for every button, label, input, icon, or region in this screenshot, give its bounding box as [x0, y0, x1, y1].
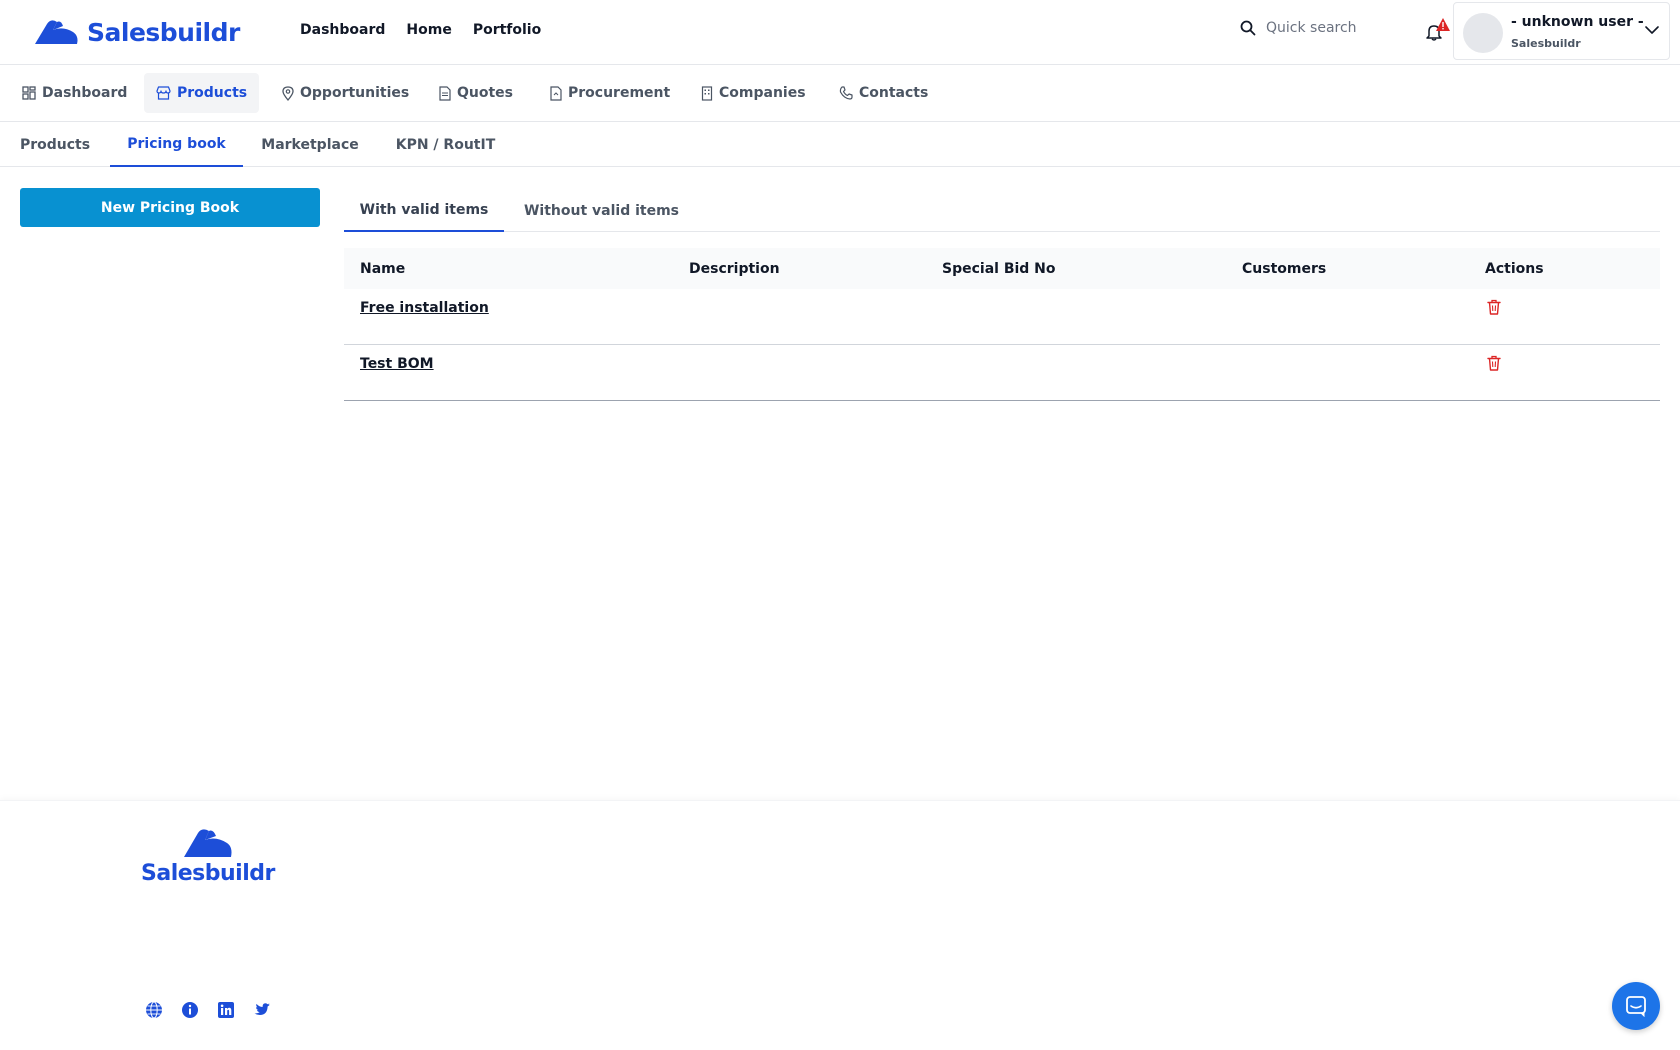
globe-icon[interactable]: [145, 1001, 163, 1019]
store-icon: [156, 86, 171, 100]
notifications-button[interactable]: [1423, 18, 1450, 44]
module-label: Products: [177, 85, 248, 101]
subtab-kpn-routit[interactable]: KPN / RoutIT: [377, 122, 514, 167]
chat-icon: [1626, 996, 1646, 1017]
validity-tabs: With valid items Without valid items: [344, 189, 1660, 232]
module-label: Companies: [719, 85, 806, 101]
trash-icon[interactable]: [1485, 354, 1503, 372]
top-nav-dashboard[interactable]: Dashboard: [300, 22, 385, 38]
map-pin-icon: [282, 85, 294, 101]
top-header: Salesbuildr Dashboard Home Portfolio - u…: [0, 0, 1680, 65]
module-opportunities[interactable]: Opportunities: [270, 73, 421, 113]
twitter-icon[interactable]: [253, 1001, 271, 1019]
top-nav: Dashboard Home Portfolio: [300, 22, 541, 38]
avatar: [1463, 13, 1503, 53]
module-companies[interactable]: Companies: [689, 73, 818, 113]
alert-triangle-icon: [1436, 18, 1450, 31]
product-subtabs: Products Pricing book Marketplace KPN / …: [0, 122, 1680, 167]
module-label: Opportunities: [300, 85, 410, 101]
footer: Salesbuildr: [0, 800, 1680, 1050]
document-icon: [439, 85, 451, 101]
top-nav-portfolio[interactable]: Portfolio: [473, 22, 541, 38]
new-pricing-book-button[interactable]: New Pricing Book: [20, 188, 320, 227]
footer-brand-name: Salesbuildr: [141, 861, 275, 886]
column-description: Description: [689, 260, 780, 277]
salesbuildr-logo-icon: [183, 829, 232, 857]
salesbuildr-logo-icon: [35, 20, 78, 44]
module-label: Procurement: [568, 85, 671, 101]
module-contacts[interactable]: Contacts: [827, 73, 940, 113]
column-name: Name: [360, 260, 406, 277]
footer-brand-logo[interactable]: Salesbuildr: [141, 827, 275, 886]
module-label: Contacts: [859, 85, 929, 101]
user-organization: Salesbuildr: [1511, 37, 1581, 50]
module-nav: Dashboard Products Opportunities Quotes …: [0, 65, 1680, 122]
column-special-bid-no: Special Bid No: [942, 260, 1056, 277]
tab-with-valid-items[interactable]: With valid items: [344, 189, 504, 232]
user-menu[interactable]: - unknown user - Salesbuildr: [1453, 2, 1670, 60]
tab-without-valid-items[interactable]: Without valid items: [504, 189, 699, 232]
subtab-products[interactable]: Products: [0, 122, 110, 167]
module-products[interactable]: Products: [144, 73, 260, 113]
user-name: - unknown user -: [1511, 14, 1644, 30]
pricing-book-link[interactable]: Test BOM: [360, 356, 434, 372]
search-input[interactable]: [1266, 20, 1396, 36]
module-procurement[interactable]: Procurement: [538, 73, 682, 113]
table-row: Test BOM: [344, 345, 1660, 401]
pricing-book-link[interactable]: Free installation: [360, 300, 489, 316]
search-icon[interactable]: [1240, 20, 1256, 36]
phone-icon: [839, 86, 853, 100]
top-nav-home[interactable]: Home: [406, 22, 451, 38]
grid-icon: [22, 86, 36, 100]
subtab-marketplace[interactable]: Marketplace: [243, 122, 377, 167]
trash-icon[interactable]: [1485, 298, 1503, 316]
brand-name: Salesbuildr: [87, 17, 240, 47]
chevron-down-icon: [1645, 26, 1659, 34]
module-label: Quotes: [457, 85, 514, 101]
module-label: Dashboard: [42, 85, 128, 101]
module-quotes[interactable]: Quotes: [427, 73, 525, 113]
linkedin-icon[interactable]: [217, 1001, 235, 1019]
social-links: [145, 1001, 271, 1019]
building-icon: [701, 85, 713, 101]
info-icon[interactable]: [181, 1001, 199, 1019]
column-customers: Customers: [1242, 260, 1327, 277]
pricing-book-table: Name Description Special Bid No Customer…: [344, 248, 1660, 401]
chat-launcher-button[interactable]: [1612, 982, 1660, 1030]
table-row: Free installation: [344, 289, 1660, 345]
subtab-pricing-book[interactable]: Pricing book: [110, 122, 243, 167]
table-header: Name Description Special Bid No Customer…: [344, 248, 1660, 289]
column-actions: Actions: [1485, 260, 1544, 277]
document-icon: [550, 85, 562, 101]
brand-logo[interactable]: Salesbuildr: [33, 17, 240, 47]
module-dashboard[interactable]: Dashboard: [10, 73, 139, 113]
quick-search: [1240, 20, 1410, 36]
